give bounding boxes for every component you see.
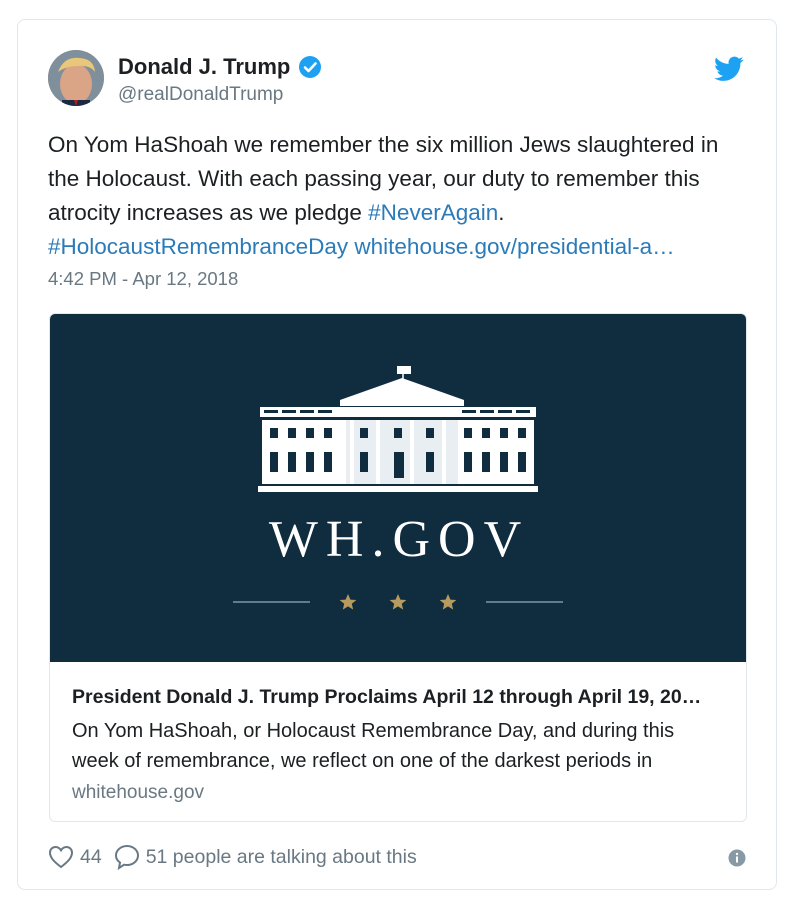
info-icon[interactable]	[728, 849, 746, 867]
heart-icon	[48, 845, 74, 869]
card-title: President Donald J. Trump Proclaims Apri…	[72, 686, 702, 708]
tweet-timestamp[interactable]: 4:42 PM - Apr 12, 2018	[48, 268, 238, 290]
tweet-link[interactable]: whitehouse.gov/presidential-a…	[354, 234, 674, 259]
handle[interactable]: @realDonaldTrump	[118, 84, 322, 106]
tweet-text-period: .	[498, 200, 505, 225]
avatar[interactable]	[48, 50, 104, 106]
hashtag-holocaust-remembrance-day[interactable]: #HolocaustRemembranceDay	[48, 234, 348, 259]
white-house-logo	[233, 366, 563, 610]
card-image-text: WH.GOV	[268, 511, 530, 568]
card-domain: whitehouse.gov	[72, 782, 205, 803]
verified-badge-icon	[299, 56, 322, 78]
card-image: WH.GOV	[50, 314, 746, 662]
like-action[interactable]: 44	[48, 845, 102, 869]
tweet-embed: Donald J. Trump @realDonaldTrump On Yom …	[17, 19, 777, 890]
talking-about: 51 people are talking about this	[145, 845, 417, 868]
twitter-bird-icon[interactable]	[714, 56, 744, 82]
hashtag-never-again[interactable]: #NeverAgain	[368, 200, 498, 225]
link-card[interactable]: WH.GOV President Donald J. Trump Proclai…	[49, 313, 747, 822]
card-body: President Donald J. Trump Proclaims Apri…	[50, 662, 746, 821]
card-description: On Yom HaShoah, or Holocaust Remembrance…	[72, 720, 675, 772]
avatar-image	[48, 50, 104, 106]
tweet-header: Donald J. Trump @realDonaldTrump	[48, 50, 746, 110]
speech-bubble-icon	[114, 844, 139, 870]
author-names: Donald J. Trump @realDonaldTrump	[118, 52, 322, 106]
display-name[interactable]: Donald J. Trump	[118, 54, 290, 80]
tweet-text: On Yom HaShoah we remember the six milli…	[48, 128, 748, 264]
reply-action[interactable]: 51 people are talking about this	[114, 844, 417, 870]
tweet-actions: 44 51 people are talking about this	[48, 842, 429, 872]
like-count: 44	[80, 845, 102, 868]
